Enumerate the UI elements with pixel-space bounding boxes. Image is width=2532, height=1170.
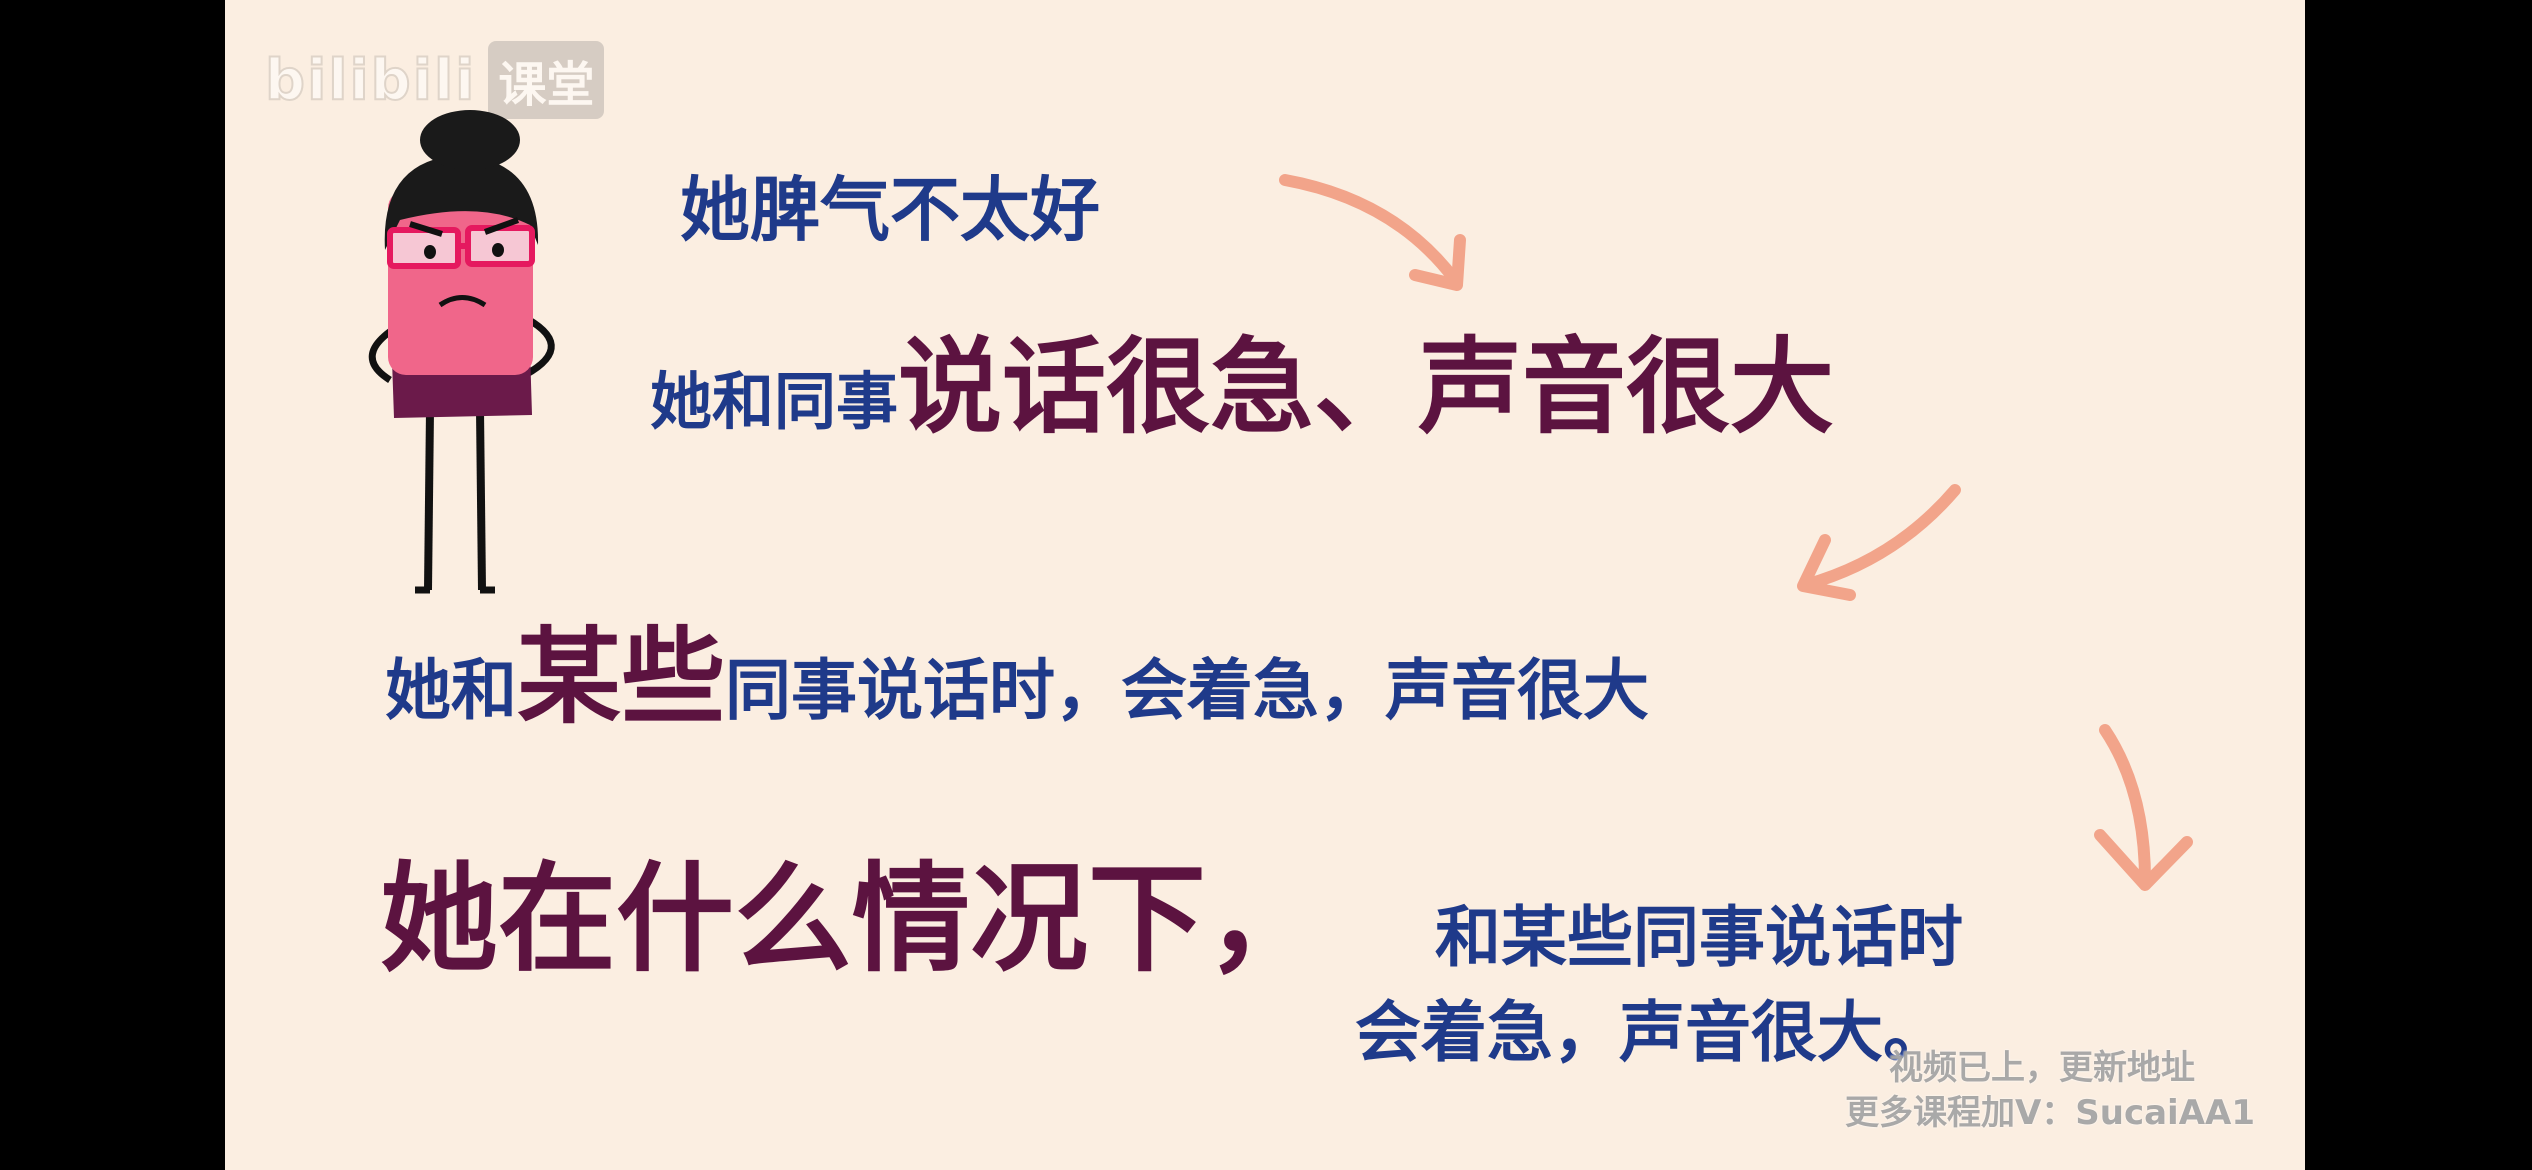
curved-arrow-icon [1797, 484, 1961, 601]
line2-emphasis: 说话很急、声音很大 [898, 326, 1835, 448]
line-temper: 她脾气不太好 [680, 169, 1100, 251]
logo-channel-text: 课堂 [488, 41, 605, 119]
line-talks-loudly: 她和同事说话很急、声音很大 [650, 335, 1834, 439]
curved-arrow-icon [2094, 724, 2193, 891]
line2-prefix: 她和同事 [650, 365, 899, 438]
character-right-leg [476, 409, 486, 591]
line4-subline-2: 会着急，声音很大。 [1355, 994, 1949, 1071]
line3-prefix: 她和 [385, 652, 517, 729]
character-illustration [368, 110, 555, 594]
line4-subline-1: 和某些同事说话时 [1435, 899, 1963, 976]
bilibili-logo-icon: bilibili 课堂 [264, 40, 605, 120]
character-hair-bun [420, 110, 520, 170]
video-frame: bilibili 课堂 她脾气不太好 她和同事说话很急、声音很大 她和某些同事说… [225, 0, 2305, 1170]
character-face [388, 190, 533, 375]
line-some-colleagues: 她和某些同事说话时，会着急，声音很大 [385, 625, 1649, 729]
logo-brand-text: bilibili [264, 47, 477, 114]
line3-suffix: 同事说话时，会着急，声音很大 [725, 652, 1650, 729]
line3-emphasis: 某些 [517, 616, 726, 738]
line-under-what-situation: 她在什么情况下， [380, 850, 1325, 988]
watermark-line-1: 视频已上，更新地址 [1889, 1048, 2195, 1088]
watermark-line-2: 更多课程加V：SucaiAA1 [1844, 1093, 2255, 1133]
curved-arrow-icon [1279, 174, 1466, 291]
character-left-leg [424, 409, 434, 591]
